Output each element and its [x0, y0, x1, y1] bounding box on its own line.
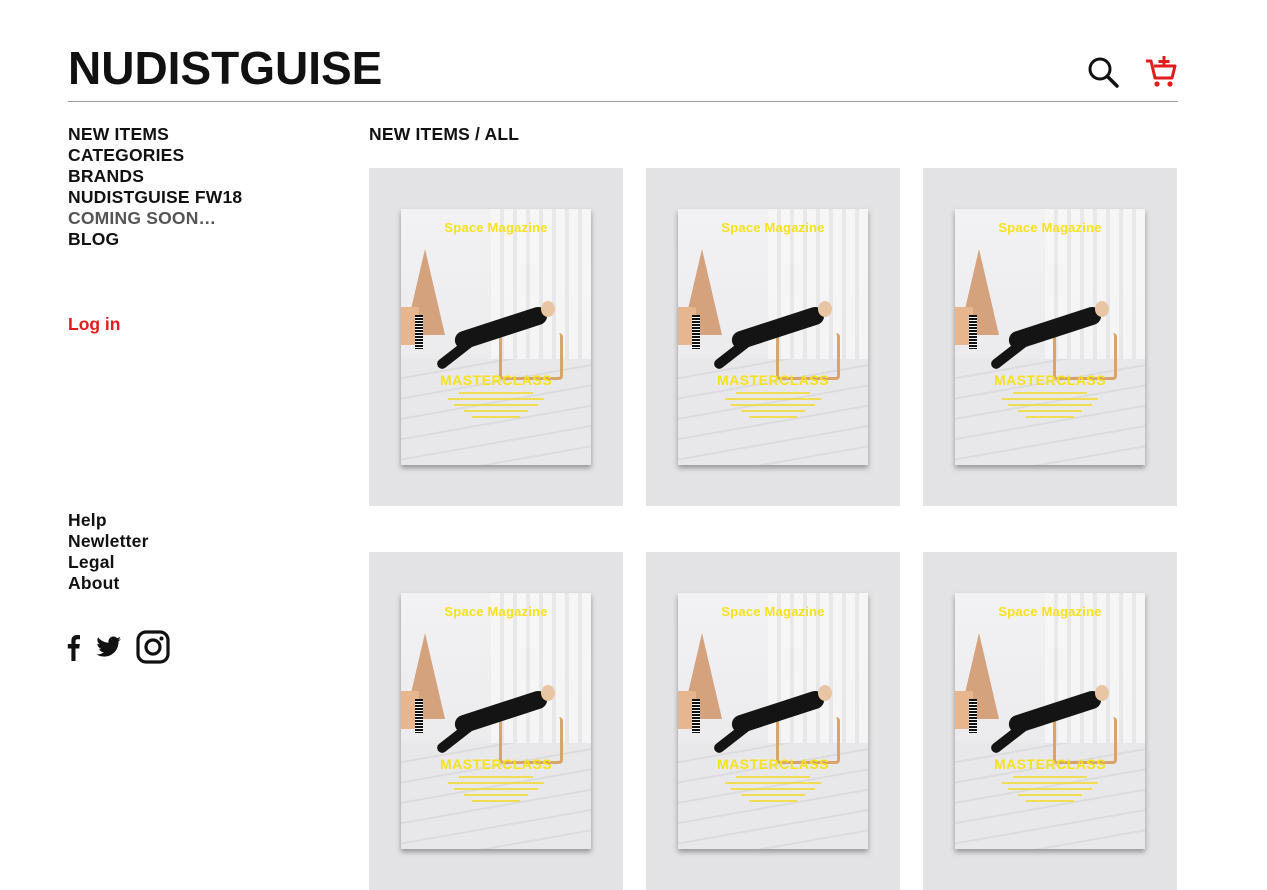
product-grid: Space Magazine MASTERCLASS Space Magazin… [369, 168, 1177, 890]
cover-text-lines [443, 776, 549, 806]
cover-headline: MASTERCLASS [439, 372, 553, 388]
header-actions [1085, 54, 1179, 90]
cover-figure-head [1095, 685, 1109, 701]
product-image: Space Magazine MASTERCLASS [678, 593, 868, 849]
cover-barcode [969, 699, 977, 733]
cover-figure-head [541, 301, 555, 317]
product-image: Space Magazine MASTERCLASS [678, 209, 868, 465]
cover-text-lines [997, 776, 1103, 806]
cover-title: Space Magazine [444, 604, 548, 619]
twitter-icon[interactable] [96, 636, 122, 663]
cover-headline: MASTERCLASS [716, 756, 830, 772]
nav-item-brands[interactable]: BRANDS [68, 166, 242, 187]
product-card[interactable]: Space Magazine MASTERCLASS [923, 552, 1177, 890]
product-card[interactable]: Space Magazine MASTERCLASS [646, 168, 900, 506]
add-to-cart-icon[interactable] [1143, 54, 1179, 90]
nav-item-categories[interactable]: CATEGORIES [68, 145, 242, 166]
cover-headline: MASTERCLASS [993, 372, 1107, 388]
social-links [64, 630, 170, 669]
nav-item-coming-soon[interactable]: COMING SOON… [68, 208, 242, 229]
cover-headline: MASTERCLASS [716, 372, 830, 388]
cover-figure-head [818, 301, 832, 317]
product-card[interactable]: Space Magazine MASTERCLASS [646, 552, 900, 890]
cover-barcode [692, 699, 700, 733]
nav-item-blog[interactable]: BLOG [68, 229, 242, 250]
product-image: Space Magazine MASTERCLASS [955, 593, 1145, 849]
product-card[interactable]: Space Magazine MASTERCLASS [923, 168, 1177, 506]
product-image: Space Magazine MASTERCLASS [401, 209, 591, 465]
cover-text-lines [443, 392, 549, 422]
cover-barcode [692, 315, 700, 349]
cover-text-lines [997, 392, 1103, 422]
cover-figure-head [818, 685, 832, 701]
product-card[interactable]: Space Magazine MASTERCLASS [369, 168, 623, 506]
product-image: Space Magazine MASTERCLASS [401, 593, 591, 849]
product-image: Space Magazine MASTERCLASS [955, 209, 1145, 465]
cover-title: Space Magazine [721, 220, 825, 235]
cover-title: Space Magazine [998, 220, 1102, 235]
nav-item-new-items[interactable]: NEW ITEMS [68, 124, 242, 145]
cover-barcode [415, 315, 423, 349]
cover-text-lines [720, 776, 826, 806]
breadcrumb: NEW ITEMS / ALL [369, 124, 520, 144]
site-logo[interactable]: NUDISTGUISE [68, 40, 382, 96]
cover-title: Space Magazine [444, 220, 548, 235]
header-divider [68, 101, 1178, 102]
login-link[interactable]: Log in [68, 314, 120, 335]
cover-figure-head [1095, 301, 1109, 317]
cover-headline: MASTERCLASS [993, 756, 1107, 772]
nav-item-nudistguise-fw18[interactable]: NUDISTGUISE FW18 [68, 187, 242, 208]
footer-link-newsletter[interactable]: Newletter [68, 531, 149, 552]
search-icon[interactable] [1085, 54, 1121, 90]
footer-link-help[interactable]: Help [68, 510, 149, 531]
cover-figure-head [541, 685, 555, 701]
cover-headline: MASTERCLASS [439, 756, 553, 772]
cover-title: Space Magazine [998, 604, 1102, 619]
instagram-icon[interactable] [136, 630, 170, 669]
cover-barcode [415, 699, 423, 733]
main-nav: NEW ITEMS CATEGORIES BRANDS NUDISTGUISE … [68, 124, 242, 250]
cover-barcode [969, 315, 977, 349]
product-card[interactable]: Space Magazine MASTERCLASS [369, 552, 623, 890]
footer-nav: Help Newletter Legal About [68, 510, 149, 594]
footer-link-about[interactable]: About [68, 573, 149, 594]
footer-link-legal[interactable]: Legal [68, 552, 149, 573]
cover-title: Space Magazine [721, 604, 825, 619]
cover-text-lines [720, 392, 826, 422]
facebook-icon[interactable] [64, 633, 82, 666]
